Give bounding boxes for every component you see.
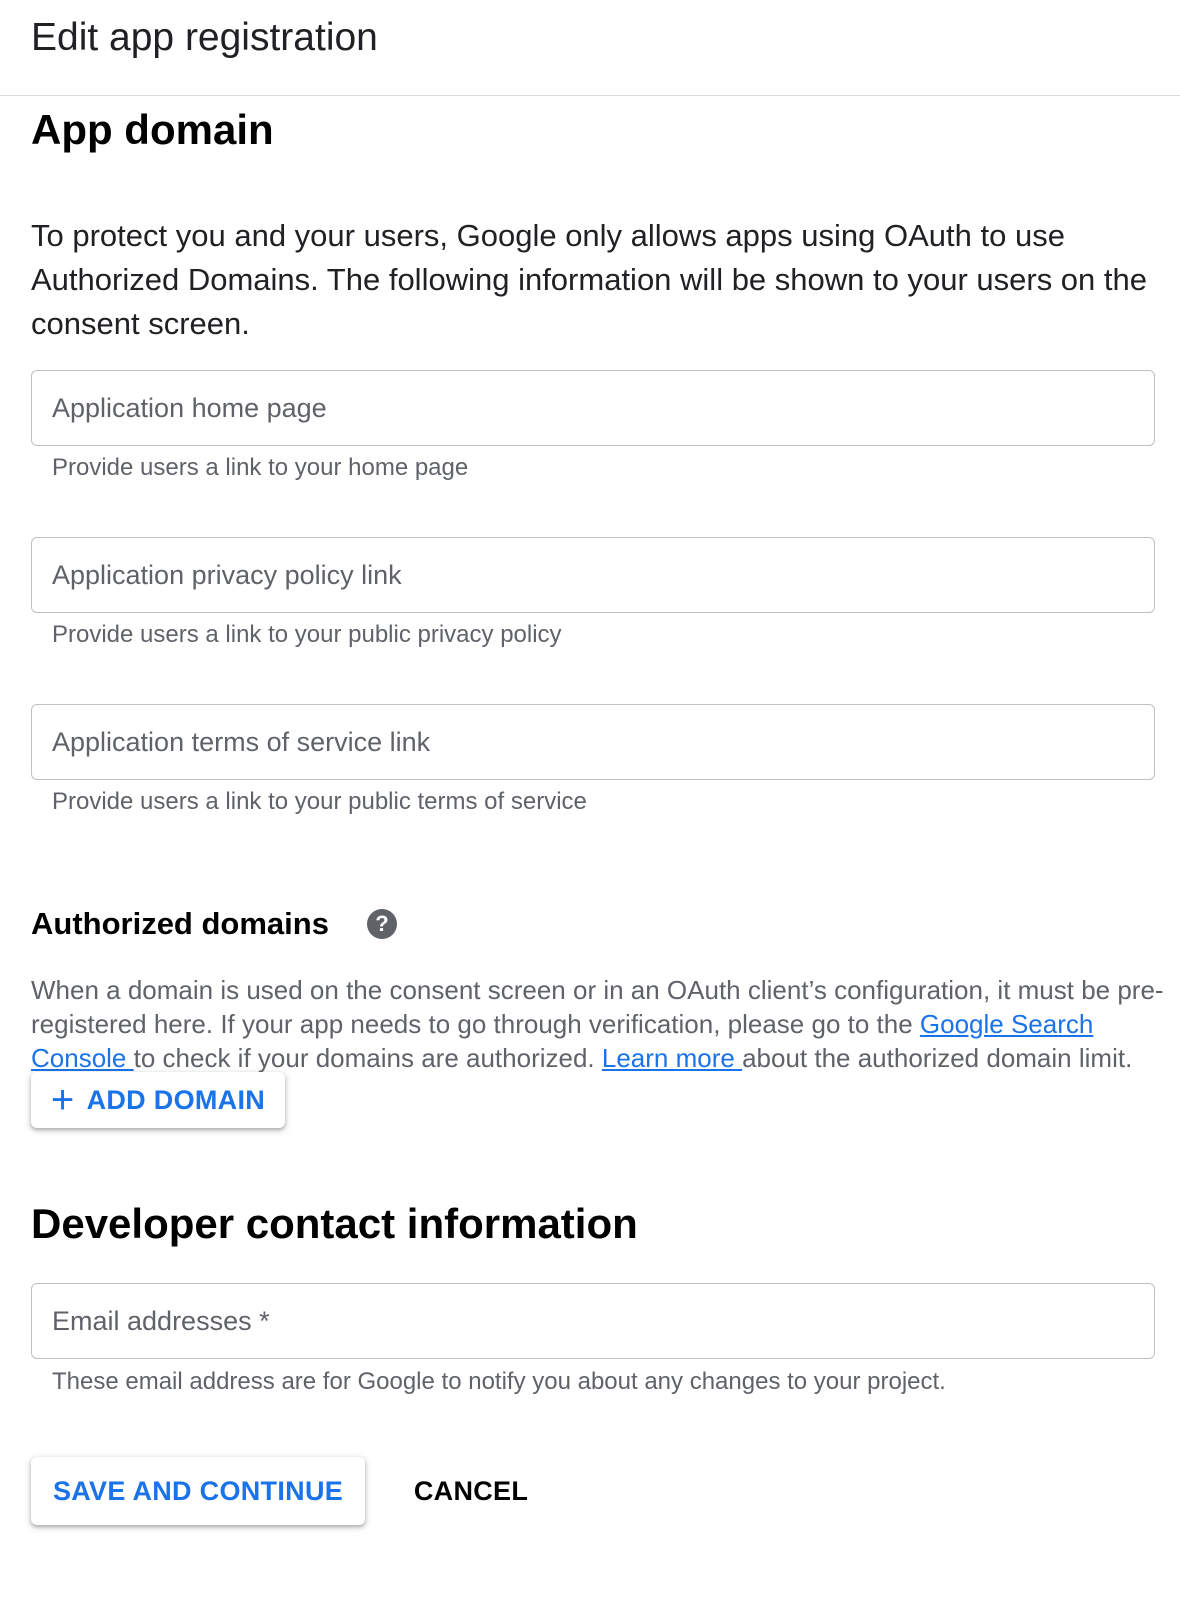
email-input[interactable] — [52, 1284, 1132, 1358]
add-domain-button[interactable]: + ADD DOMAIN — [31, 1072, 285, 1128]
authorized-domains-description: When a domain is used on the consent scr… — [31, 973, 1171, 1075]
privacy-policy-hint: Provide users a link to your public priv… — [52, 621, 562, 648]
add-domain-label: ADD DOMAIN — [86, 1084, 266, 1115]
terms-of-service-input[interactable] — [52, 705, 1132, 779]
help-icon[interactable]: ? — [366, 909, 397, 939]
authorized-domains-text-3: about the authorized domain limit. — [742, 1043, 1133, 1073]
plus-icon: + — [50, 1078, 75, 1122]
app-domain-intro: To protect you and your users, Google on… — [31, 218, 1147, 341]
authorized-domains-text-2: to check if your domains are authorized. — [133, 1043, 602, 1073]
email-hint: These email address are for Google to no… — [52, 1368, 946, 1395]
learn-more-link[interactable]: Learn more — [602, 1043, 742, 1073]
developer-contact-heading: Developer contact information — [31, 1200, 638, 1247]
email-field[interactable] — [31, 1283, 1155, 1359]
authorized-domains-header: Authorized domains ? — [31, 906, 397, 942]
save-and-continue-button[interactable]: SAVE AND CONTINUE — [31, 1457, 365, 1525]
privacy-policy-input[interactable] — [52, 538, 1132, 612]
terms-of-service-field[interactable] — [31, 704, 1155, 780]
cancel-button[interactable]: CANCEL — [396, 1457, 546, 1525]
home-page-input[interactable] — [52, 371, 1132, 445]
privacy-policy-field[interactable] — [31, 537, 1155, 613]
page-header: Edit app registration — [0, 0, 1180, 96]
authorized-domains-heading: Authorized domains — [31, 906, 329, 941]
home-page-field[interactable] — [31, 370, 1155, 446]
home-page-hint: Provide users a link to your home page — [52, 454, 469, 481]
app-domain-heading: App domain — [31, 106, 274, 153]
page-title: Edit app registration — [31, 16, 378, 59]
terms-of-service-hint: Provide users a link to your public term… — [52, 788, 587, 815]
